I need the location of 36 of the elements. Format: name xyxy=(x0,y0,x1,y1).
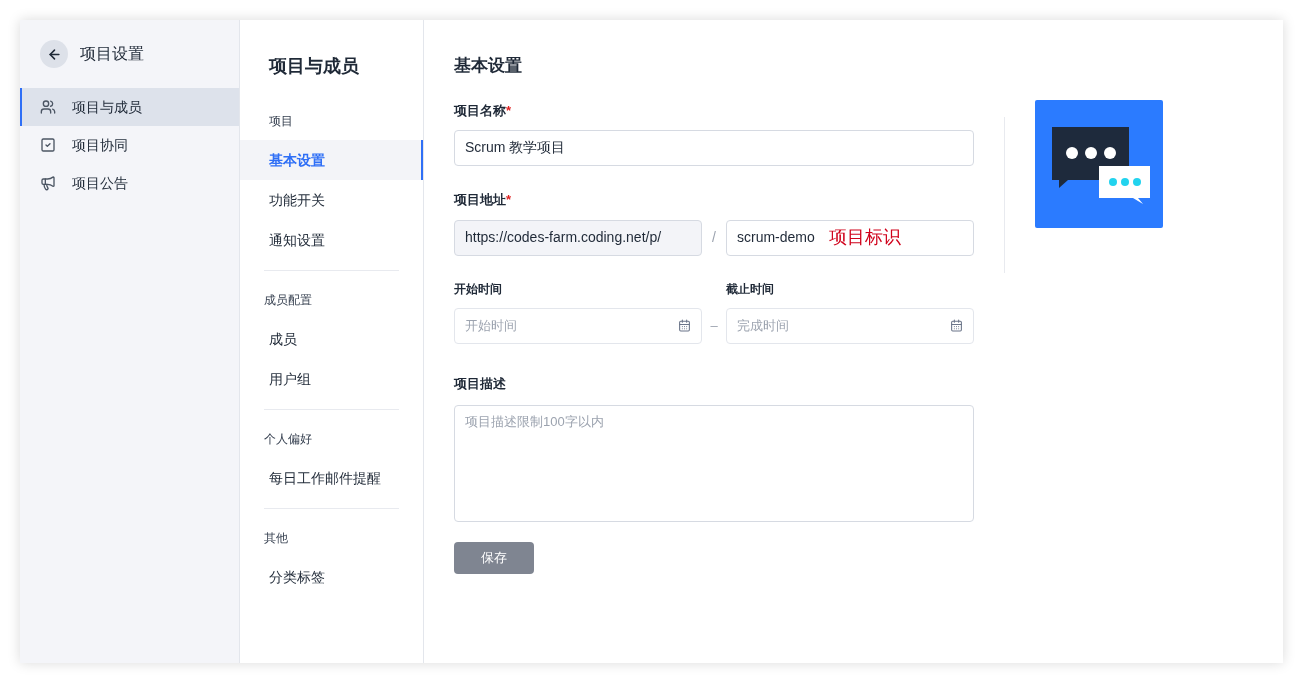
field-label: 截止时间 xyxy=(726,280,774,298)
save-button[interactable]: 保存 xyxy=(454,542,534,574)
calendar-icon xyxy=(678,319,691,332)
field-label: 项目名称* xyxy=(454,101,513,120)
back-button[interactable] xyxy=(40,40,68,68)
annotation-label: 项目标识 xyxy=(828,226,901,249)
subnav-item[interactable]: 功能开关 xyxy=(240,180,423,220)
section-heading: 项目 xyxy=(268,113,294,130)
subnav-item[interactable]: 通知设置 xyxy=(240,220,423,260)
sidebar-item[interactable]: 项目公告 xyxy=(20,164,239,202)
subnav-item[interactable]: 基本设置 xyxy=(240,140,423,180)
calendar-icon xyxy=(950,319,963,332)
checkbox-icon xyxy=(40,137,56,153)
subnav-title: 项目与成员 xyxy=(267,55,360,78)
field-label: 项目描述 xyxy=(454,374,507,393)
subnav-item[interactable]: 用户组 xyxy=(240,359,423,399)
field-label: 项目地址* xyxy=(454,191,513,209)
users-icon xyxy=(40,99,56,115)
sidebar-item[interactable]: 项目协同 xyxy=(20,126,239,164)
form-title: 基本设置 xyxy=(454,55,523,77)
section-heading: 其他 xyxy=(264,530,289,547)
subnav-item[interactable]: 分类标签 xyxy=(240,557,423,597)
section-heading: 个人偏好 xyxy=(264,431,313,448)
section-heading: 成员配置 xyxy=(264,292,313,309)
sidebar-item[interactable]: 项目与成员 xyxy=(20,88,239,126)
megaphone-icon xyxy=(40,175,56,191)
description-field[interactable]: 项目描述限制100字以内 xyxy=(454,405,974,522)
url-prefix-field: https://codes-farm.coding.net/p/ xyxy=(454,219,702,256)
project-id-field[interactable]: scrum-demo 项目标识 xyxy=(726,219,974,256)
project-name-field[interactable]: Scrum 教学项目 xyxy=(454,130,974,166)
subnav-item[interactable]: 成员 xyxy=(240,319,423,359)
sidebar-title: 项目设置 xyxy=(80,44,144,64)
subnav-item[interactable]: 每日工作邮件提醒 xyxy=(240,458,423,498)
path-separator: / xyxy=(711,228,717,247)
field-label: 开始时间 xyxy=(454,280,503,298)
range-separator: – xyxy=(709,316,719,335)
